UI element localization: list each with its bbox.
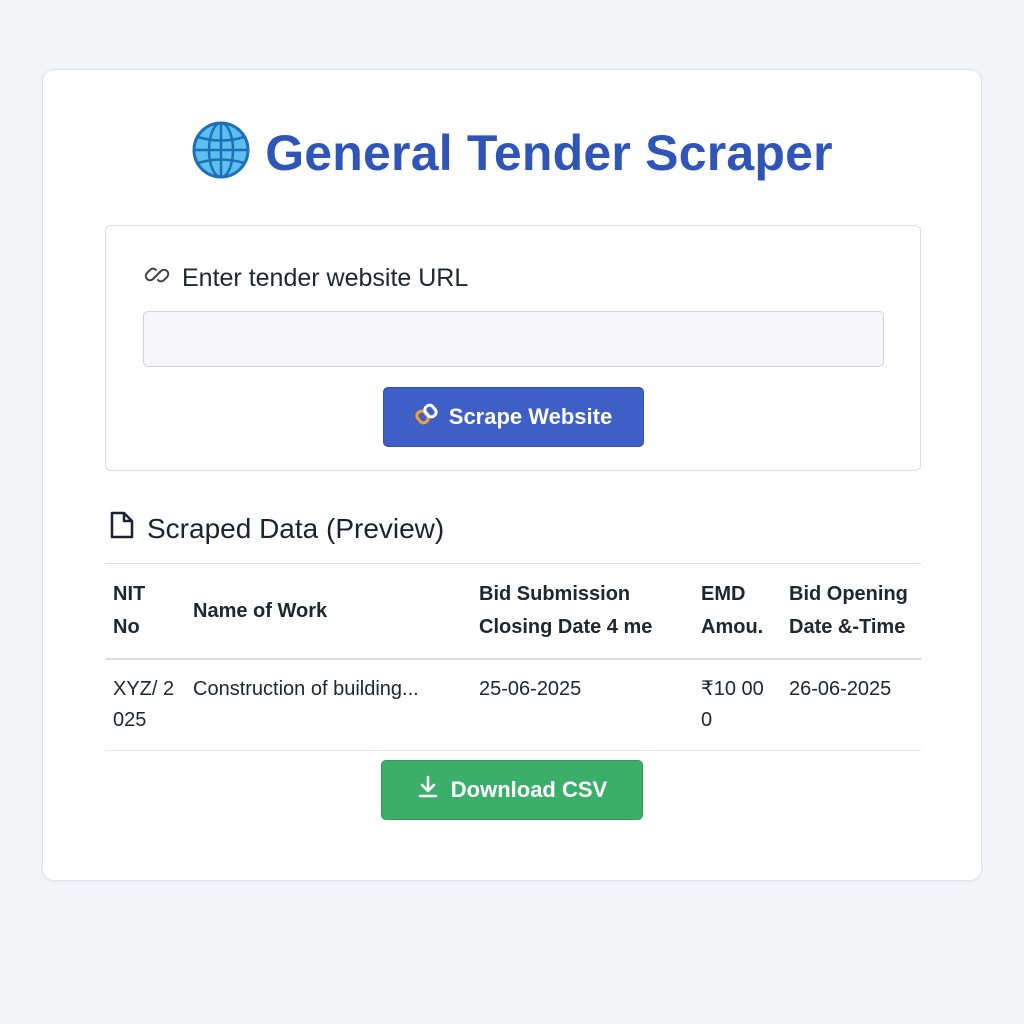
cell-bid-closing: 25-06-2025: [479, 678, 582, 700]
url-form-panel: Enter tender website URL Scrape Website: [105, 225, 921, 471]
preview-heading: Scraped Data (Preview): [147, 512, 445, 544]
url-input[interactable]: [143, 311, 884, 367]
document-icon: [109, 510, 135, 547]
globe-icon: [191, 120, 251, 185]
header: General Tender Scraper: [43, 120, 981, 185]
column-header-name-of-work: Name of Work: [193, 599, 328, 622]
cell-nit-no: XYZ/ 2025: [113, 678, 175, 731]
download-icon: [417, 775, 439, 805]
preview-heading-row: Scraped Data (Preview): [109, 510, 444, 547]
main-card: General Tender Scraper Enter tender webs…: [42, 69, 982, 881]
cell-emd-amount: ₹10 000: [701, 678, 764, 731]
column-header-bid-closing: Bid Submission Closing Date 4 me: [479, 583, 653, 638]
cell-bid-opening: 26-06-2025: [789, 678, 892, 700]
column-header-nit-no: NIT No: [113, 583, 146, 638]
page-title: General Tender Scraper: [265, 124, 833, 181]
link-chain-icon: [415, 402, 439, 432]
link-icon: [144, 262, 170, 295]
url-label: Enter tender website URL: [182, 264, 469, 292]
preview-table-wrap: NIT No Name of Work Bid Submission Closi…: [105, 563, 921, 751]
download-csv-button[interactable]: Download CSV: [381, 760, 643, 820]
preview-table: NIT No Name of Work Bid Submission Closi…: [105, 563, 921, 751]
scrape-button-label: Scrape Website: [448, 404, 613, 429]
url-label-row: Enter tender website URL: [144, 262, 468, 295]
column-header-bid-opening: Bid Opening Date &-Time: [789, 583, 908, 638]
table-header-row: NIT No Name of Work Bid Submission Closi…: [105, 563, 921, 659]
table-row: XYZ/ 2025 Construction of building... 25…: [105, 659, 921, 751]
scrape-website-button[interactable]: Scrape Website: [383, 387, 644, 447]
cell-name-of-work: Construction of building...: [193, 678, 419, 700]
download-button-label: Download CSV: [450, 777, 608, 802]
column-header-emd-amount: EMD Amou.: [701, 583, 764, 638]
